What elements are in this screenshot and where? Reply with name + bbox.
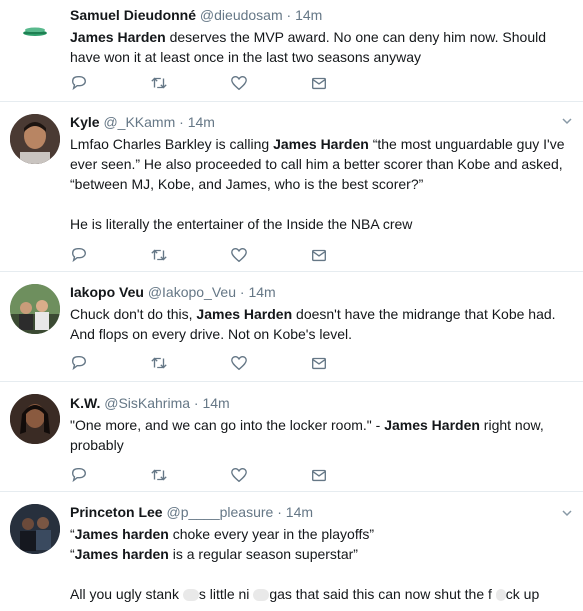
tweet-text: “James harden choke every year in the pl… (70, 524, 569, 604)
separator: · (179, 114, 184, 130)
retweet-icon (150, 249, 168, 268)
tweet[interactable]: Iakopo Veu @Iakopo_Veu · 14m Chuck don't… (0, 272, 583, 382)
tweet-text-segment: gas that said this can now shut the f (269, 586, 492, 602)
tweet-text-paragraph: He is literally the entertainer of the I… (70, 216, 413, 232)
like-icon (230, 248, 248, 268)
tweet-text: "One more, and we can go into the locker… (70, 415, 569, 455)
tweet[interactable]: Kyle @_KKamm · 14m Lmfao Charles Barkley… (0, 102, 583, 272)
tweet-text: James Harden deserves the MVP award. No … (70, 27, 569, 67)
group-photo-icon (10, 284, 60, 334)
message-button[interactable] (310, 466, 330, 486)
reply-button[interactable] (70, 74, 90, 94)
user-name[interactable]: K.W. (70, 395, 100, 411)
timestamp[interactable]: 14m (202, 395, 229, 411)
timestamp[interactable]: 14m (286, 504, 313, 520)
tweet-header: Iakopo Veu @Iakopo_Veu · 14m (70, 283, 569, 302)
tweet-header: Samuel Dieudonné @dieudosam · 14m (70, 6, 569, 25)
user-name[interactable]: Iakopo Veu (70, 284, 144, 300)
retweet-icon (150, 77, 168, 96)
tweet-text: Lmfao Charles Barkley is calling James H… (70, 134, 569, 234)
like-icon (230, 468, 248, 488)
reply-button[interactable] (70, 354, 90, 374)
tweet-text-segment: ck up (505, 586, 540, 602)
message-icon (310, 357, 328, 376)
highlighted-keyword: James harden (74, 526, 169, 542)
tweet-text-segment: "One more, and we can go into the locker… (70, 417, 385, 433)
tweet-header: K.W. @SisKahrima · 14m (70, 394, 569, 413)
highlighted-keyword: James Harden (384, 417, 480, 433)
censored-mark (495, 589, 506, 602)
censored-mark (182, 589, 199, 602)
retweet-button[interactable] (150, 74, 170, 94)
person-photo-icon (10, 504, 60, 554)
tweet-text-segment: choke every year in the playoffs” (168, 526, 375, 542)
tweet-text-segment: All you ugly stank (70, 586, 179, 602)
user-handle[interactable]: @_KKamm (103, 114, 175, 130)
tweet-text: Chuck don't do this, James Harden doesn'… (70, 304, 569, 344)
retweet-button[interactable] (150, 246, 170, 266)
tweet-text-segment: s little ni (198, 586, 250, 602)
tweet[interactable]: Princeton Lee @p____pleasure · 14m “Jame… (0, 492, 583, 611)
retweet-button[interactable] (150, 354, 170, 374)
message-button[interactable] (310, 74, 330, 94)
like-button[interactable] (230, 246, 250, 266)
user-handle[interactable]: @Iakopo_Veu (148, 284, 236, 300)
separator: · (239, 284, 245, 300)
user-handle[interactable]: @p____pleasure (166, 504, 273, 520)
retweet-icon (150, 469, 168, 488)
retweet-icon (150, 357, 168, 376)
message-icon (310, 469, 328, 488)
tweet-text-segment: Chuck don't do this, (70, 306, 197, 322)
tweet-header: Kyle @_KKamm · 14m (70, 113, 569, 132)
user-handle[interactable]: @SisKahrima (104, 395, 190, 411)
like-button[interactable] (230, 354, 250, 374)
tweet-feed: Samuel Dieudonné @dieudosam · 14m James … (0, 0, 583, 611)
person-photo-icon (10, 394, 60, 444)
message-button[interactable] (310, 354, 330, 374)
tweet[interactable]: Samuel Dieudonné @dieudosam · 14m James … (0, 0, 583, 102)
tweet-text-segment: is a regular season superstar” (168, 546, 358, 562)
reply-icon (70, 76, 88, 96)
separator: · (193, 395, 199, 411)
reply-icon (70, 468, 88, 488)
user-handle[interactable]: @dieudosam (200, 7, 283, 23)
highlighted-keyword: James Harden (70, 29, 166, 45)
person-photo-icon (10, 114, 60, 164)
globe-logo-icon (10, 8, 60, 58)
like-button[interactable] (230, 466, 250, 486)
reply-button[interactable] (70, 246, 90, 266)
message-button[interactable] (310, 246, 330, 266)
censored-mark (253, 589, 270, 602)
highlighted-keyword: James Harden (273, 136, 369, 152)
timestamp[interactable]: 14m (188, 114, 215, 130)
timestamp[interactable]: 14m (295, 7, 322, 23)
message-icon (310, 249, 328, 268)
retweet-button[interactable] (150, 466, 170, 486)
timestamp[interactable]: 14m (248, 284, 275, 300)
avatar[interactable] (10, 504, 60, 554)
reply-icon (70, 356, 88, 376)
user-name[interactable]: Kyle (70, 114, 100, 130)
highlighted-keyword: James Harden (196, 306, 293, 322)
tweet-text-segment: Lmfao Charles Barkley is calling (70, 136, 274, 152)
avatar[interactable] (10, 394, 60, 444)
tweet[interactable]: K.W. @SisKahrima · 14m "One more, and we… (0, 382, 583, 492)
message-icon (310, 77, 328, 96)
avatar[interactable] (10, 8, 60, 58)
user-name[interactable]: Princeton Lee (70, 504, 163, 520)
avatar[interactable] (10, 114, 60, 164)
highlighted-keyword: James harden (74, 546, 169, 562)
avatar[interactable] (10, 284, 60, 334)
reply-button[interactable] (70, 466, 90, 486)
tweet-header: Princeton Lee @p____pleasure · 14m (70, 503, 569, 522)
like-icon (230, 76, 248, 96)
separator: · (286, 7, 292, 23)
reply-icon (70, 248, 88, 268)
like-icon (230, 356, 248, 376)
separator: · (277, 504, 282, 520)
user-name[interactable]: Samuel Dieudonné (70, 7, 196, 23)
like-button[interactable] (230, 74, 250, 94)
